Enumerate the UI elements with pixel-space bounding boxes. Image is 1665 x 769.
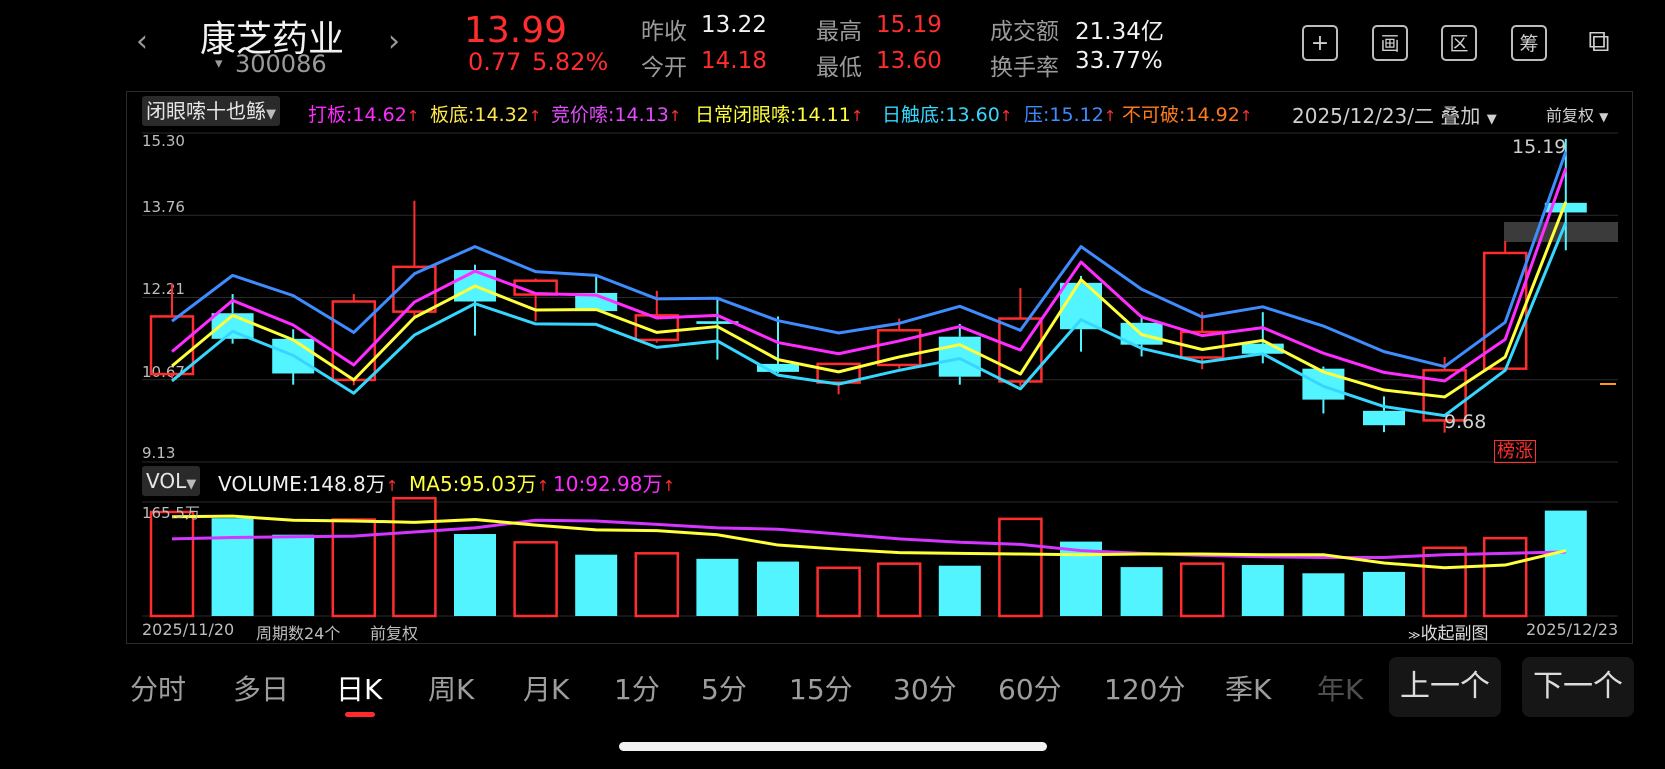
volume-ma10: 10:92.98万↑ xyxy=(553,472,676,496)
volume-bar xyxy=(1120,567,1163,616)
indicator-line xyxy=(171,222,1568,418)
volume-indicator-selector[interactable]: VOL▼ xyxy=(142,466,201,496)
candle-body xyxy=(1363,410,1405,426)
volume-ma5-line xyxy=(171,514,1567,570)
last-price-marker xyxy=(1600,383,1616,385)
volume-bar xyxy=(1060,541,1102,616)
volume-value: VOLUME:148.8万↑ xyxy=(218,472,399,496)
volume-bar xyxy=(998,517,1043,618)
volume-bar xyxy=(696,558,739,616)
end-date: 2025/12/23 xyxy=(1526,620,1619,639)
tab-weekly-k[interactable]: 周K xyxy=(428,668,474,708)
volume-bar xyxy=(575,554,618,616)
adjust-mode: 前复权 xyxy=(370,624,419,643)
tab-1min[interactable]: 1分 xyxy=(614,668,660,708)
kline-price-chart[interactable] xyxy=(0,0,1665,769)
tab-monthly-k[interactable]: 月K xyxy=(523,668,569,708)
ranking-badge[interactable]: 榜涨 xyxy=(1494,440,1536,463)
volume-bar xyxy=(392,496,437,618)
volume-selector-label: VOL xyxy=(146,469,187,493)
volume-bar xyxy=(1422,546,1467,618)
volume-bar xyxy=(1241,565,1284,616)
volume-bar xyxy=(513,541,558,618)
candle-body xyxy=(1060,282,1102,330)
volume-bar xyxy=(1179,562,1225,618)
volume-bar xyxy=(1482,536,1528,618)
low-price-label: 9.68 xyxy=(1444,411,1487,433)
candle-body xyxy=(938,336,981,377)
volume-bar xyxy=(272,534,315,616)
up-arrow-icon: ↑ xyxy=(385,477,399,495)
tab-15min[interactable]: 15分 xyxy=(789,668,853,708)
period-count: 周期数24个 xyxy=(256,624,341,643)
up-arrow-icon: ↑ xyxy=(662,477,676,495)
indicator-line xyxy=(171,167,1568,383)
tab-quarterly-k[interactable]: 季K xyxy=(1225,668,1271,708)
collapse-subchart-label: 收起副图 xyxy=(1420,624,1489,644)
volume-ma5: MA5:95.03万↑ xyxy=(409,472,550,496)
candle-body xyxy=(331,300,377,382)
volume-bar xyxy=(1363,571,1405,616)
volume-bar xyxy=(211,518,254,616)
indicator-line xyxy=(171,151,1568,369)
previous-stock-button[interactable]: 上一个 xyxy=(1389,657,1501,717)
volume-bar xyxy=(634,552,680,618)
home-indicator[interactable] xyxy=(619,742,1047,751)
volume-axis-label: 165.5万 xyxy=(142,504,200,522)
tab-120min[interactable]: 120分 xyxy=(1104,668,1185,708)
active-tab-indicator xyxy=(345,712,375,717)
volume-bar xyxy=(149,510,195,618)
volume-bar xyxy=(454,534,496,616)
volume-bar xyxy=(876,562,922,618)
volume-bar xyxy=(1544,510,1587,616)
tab-daily-k[interactable]: 日K xyxy=(336,668,382,708)
high-price-label: 15.19 xyxy=(1512,136,1567,158)
tab-5min[interactable]: 5分 xyxy=(701,668,747,708)
volume-bar xyxy=(757,561,799,616)
chevron-down-icon: ≫ xyxy=(1408,628,1421,642)
tab-yearly-k[interactable]: 年K xyxy=(1317,668,1363,708)
collapse-subchart-button[interactable]: ≫收起副图 xyxy=(1408,619,1489,644)
up-arrow-icon: ↑ xyxy=(536,477,550,495)
tab-30min[interactable]: 30分 xyxy=(893,668,957,708)
volume-bar xyxy=(816,566,861,618)
volume-bar xyxy=(938,565,981,616)
next-stock-button[interactable]: 下一个 xyxy=(1522,657,1634,717)
tab-intraday[interactable]: 分时 xyxy=(130,668,186,708)
chevron-down-icon: ▼ xyxy=(186,477,197,492)
tab-60min[interactable]: 60分 xyxy=(998,668,1062,708)
tab-multi-day[interactable]: 多日 xyxy=(233,668,289,708)
start-date: 2025/11/20 xyxy=(142,620,235,639)
candle-body xyxy=(1482,251,1528,370)
volume-bar xyxy=(1302,573,1345,616)
